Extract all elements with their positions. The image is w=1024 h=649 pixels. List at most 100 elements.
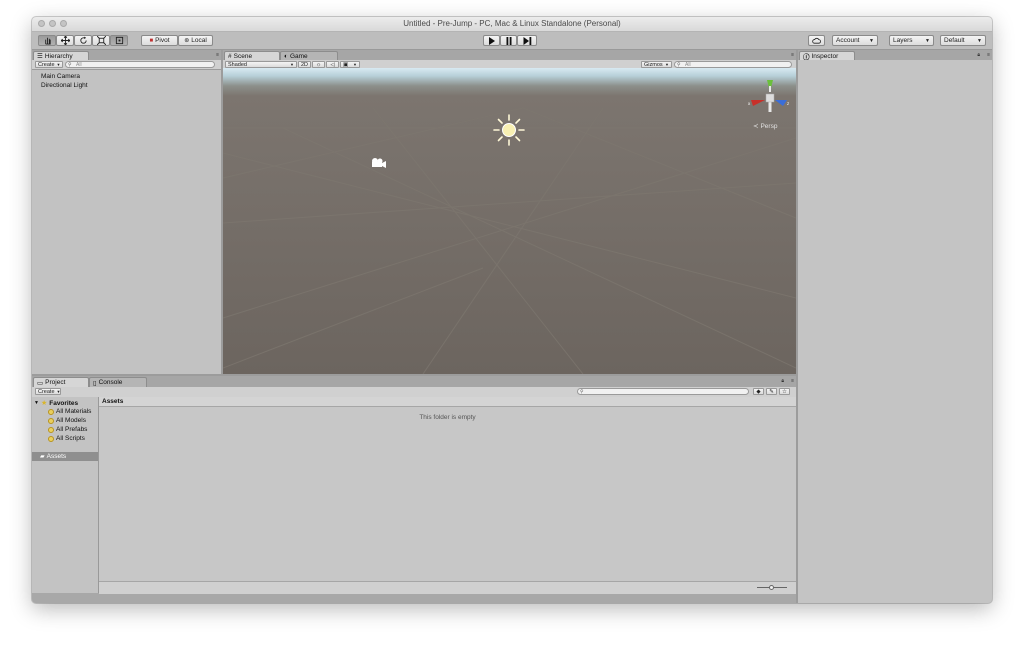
tab-scene[interactable]: # Scene bbox=[224, 51, 280, 60]
layers-dropdown[interactable]: Layers ▼ bbox=[889, 35, 934, 46]
play-icon bbox=[488, 36, 495, 45]
window-title: Untitled - Pre-Jump - PC, Mac & Linux St… bbox=[403, 19, 621, 28]
lock-icon[interactable]: 🔒︎ bbox=[781, 378, 784, 384]
local-axes-icon: ⊛ bbox=[184, 38, 190, 44]
layout-dropdown[interactable]: Default ▼ bbox=[940, 35, 986, 46]
favorite-item-all-materials[interactable]: All Materials bbox=[48, 408, 91, 415]
icon-size-slider-thumb[interactable] bbox=[769, 585, 774, 590]
empty-folder-message: This folder is empty bbox=[419, 414, 476, 421]
dropdown-arrow-icon: ▼ bbox=[869, 37, 874, 44]
rotate-tool-button[interactable] bbox=[74, 35, 92, 46]
scene-orientation-gizmo[interactable] bbox=[747, 78, 791, 118]
perspective-toggle[interactable]: ≺ Persp bbox=[753, 122, 778, 131]
local-label: Local bbox=[191, 37, 207, 44]
rotate-icon bbox=[79, 36, 87, 44]
pivot-label: Pivot bbox=[155, 37, 170, 44]
scene-lighting-button[interactable]: ☼ bbox=[312, 61, 325, 68]
folder-icon: ▭ bbox=[37, 379, 44, 387]
search-by-label-button[interactable]: ✎ bbox=[766, 388, 777, 395]
pivot-toggle-button[interactable]: ■ Pivot bbox=[141, 35, 178, 46]
scene-effects-dropdown[interactable]: ▣ ▼ bbox=[340, 61, 360, 68]
scene-search-input[interactable]: ⚲ All bbox=[674, 61, 792, 68]
tab-project-label: Project bbox=[45, 379, 66, 386]
project-search-input[interactable]: ⚲ bbox=[577, 388, 749, 395]
account-dropdown[interactable]: Account ▼ bbox=[832, 35, 878, 46]
pacman-icon: ◐ bbox=[284, 52, 288, 60]
gizmos-label: Gizmos bbox=[644, 61, 663, 68]
step-button[interactable] bbox=[517, 35, 537, 46]
folder-item-assets[interactable]: ▰ Assets bbox=[32, 452, 98, 461]
directional-light-sun-icon[interactable] bbox=[492, 113, 526, 147]
breadcrumb: Assets bbox=[99, 397, 796, 407]
project-folder-tree: ▼ ★ Favorites All Materials All Models A… bbox=[32, 397, 99, 593]
scene-tab-strip: # Scene ◐ Game ≡ bbox=[223, 50, 796, 60]
scale-tool-button[interactable] bbox=[92, 35, 110, 46]
project-tab-strip: ▭ Project ▯ Console 🔒︎ ≡ bbox=[32, 376, 796, 387]
tab-game[interactable]: ◐ Game bbox=[280, 51, 338, 60]
favorite-item-all-prefabs[interactable]: All Prefabs bbox=[48, 426, 87, 433]
create-label: Create bbox=[38, 61, 55, 68]
gizmo-axis-x-label: x bbox=[748, 101, 751, 106]
local-toggle-button[interactable]: ⊛ Local bbox=[178, 35, 213, 46]
persp-label: Persp bbox=[760, 122, 778, 130]
hand-icon bbox=[44, 37, 51, 45]
project-create-button[interactable]: Create ▼ bbox=[35, 388, 61, 395]
2d-mode-button[interactable]: 2D bbox=[298, 61, 311, 68]
gizmos-dropdown[interactable]: Gizmos ▼ bbox=[641, 61, 672, 68]
search-by-type-button[interactable]: ◆ bbox=[753, 388, 764, 395]
grid-icon: # bbox=[228, 52, 232, 60]
inspector-tab-strip: ⓘ Inspector 🔒︎ ≡ bbox=[798, 50, 992, 61]
hierarchy-search-input[interactable]: ⚲ All bbox=[65, 61, 215, 68]
create-label: Create bbox=[38, 388, 55, 395]
hierarchy-create-button[interactable]: Create ▼ bbox=[35, 61, 63, 68]
search-filter-icon bbox=[48, 435, 54, 442]
panel-menu-icon[interactable]: ≡ bbox=[987, 52, 990, 58]
layers-label: Layers bbox=[893, 37, 913, 44]
favorite-label: All Materials bbox=[56, 408, 92, 415]
hierarchy-item-directional-light[interactable]: Directional Light bbox=[41, 82, 88, 89]
save-search-button[interactable]: ☆ bbox=[779, 388, 790, 395]
favorites-group[interactable]: ▼ ★ Favorites bbox=[34, 399, 78, 408]
camera-gizmo-icon[interactable] bbox=[369, 157, 387, 169]
gizmo-axis-z-label: z bbox=[787, 101, 790, 106]
move-tool-button[interactable] bbox=[56, 35, 74, 46]
rect-tool-button[interactable] bbox=[110, 35, 128, 46]
search-icon: ⚲ bbox=[68, 62, 72, 68]
favorite-label: All Scripts bbox=[56, 435, 85, 442]
search-filter-icon bbox=[48, 426, 54, 433]
panel-menu-icon[interactable]: ≡ bbox=[791, 52, 794, 58]
favorite-item-all-scripts[interactable]: All Scripts bbox=[48, 435, 85, 442]
dropdown-arrow-icon: ▼ bbox=[56, 389, 61, 394]
project-asset-view: Assets This folder is empty bbox=[99, 397, 796, 594]
tab-console[interactable]: ▯ Console bbox=[89, 377, 147, 387]
cloud-services-button[interactable] bbox=[808, 35, 825, 46]
lock-icon[interactable]: 🔒︎ bbox=[977, 52, 980, 58]
account-label: Account bbox=[836, 37, 860, 44]
step-icon bbox=[523, 36, 531, 45]
tab-project[interactable]: ▭ Project bbox=[33, 377, 89, 387]
search-filter-icon bbox=[48, 408, 54, 415]
shading-mode-dropdown[interactable]: Shaded ▼ bbox=[225, 61, 297, 68]
tab-console-label: Console bbox=[98, 379, 123, 386]
favorite-item-all-models[interactable]: All Models bbox=[48, 417, 86, 424]
search-filter-icon bbox=[48, 417, 54, 424]
dropdown-arrow-icon: ▼ bbox=[665, 62, 669, 67]
cloud-icon bbox=[812, 37, 821, 44]
pause-button[interactable] bbox=[500, 35, 517, 46]
scene-audio-button[interactable]: ◁ bbox=[326, 61, 339, 68]
panel-menu-icon[interactable]: ≡ bbox=[216, 52, 219, 58]
favorite-label: All Prefabs bbox=[56, 426, 88, 433]
tab-hierarchy-label: Hierarchy bbox=[44, 52, 73, 60]
hand-tool-button[interactable] bbox=[38, 35, 56, 46]
panel-menu-icon[interactable]: ≡ bbox=[791, 378, 794, 384]
hierarchy-panel: Main Camera Directional Light bbox=[32, 70, 221, 374]
tab-hierarchy[interactable]: ☰ Hierarchy bbox=[33, 51, 89, 60]
perspective-icon: ≺ bbox=[753, 123, 759, 130]
tab-inspector[interactable]: ⓘ Inspector bbox=[799, 51, 855, 61]
hierarchy-item-main-camera[interactable]: Main Camera bbox=[41, 73, 80, 80]
dropdown-arrow-icon: ▼ bbox=[56, 62, 61, 67]
scene-viewport[interactable]: x z ≺ Persp bbox=[223, 68, 796, 374]
play-button[interactable] bbox=[483, 35, 500, 46]
breadcrumb-assets[interactable]: Assets bbox=[102, 398, 123, 405]
scale-icon bbox=[96, 36, 106, 45]
